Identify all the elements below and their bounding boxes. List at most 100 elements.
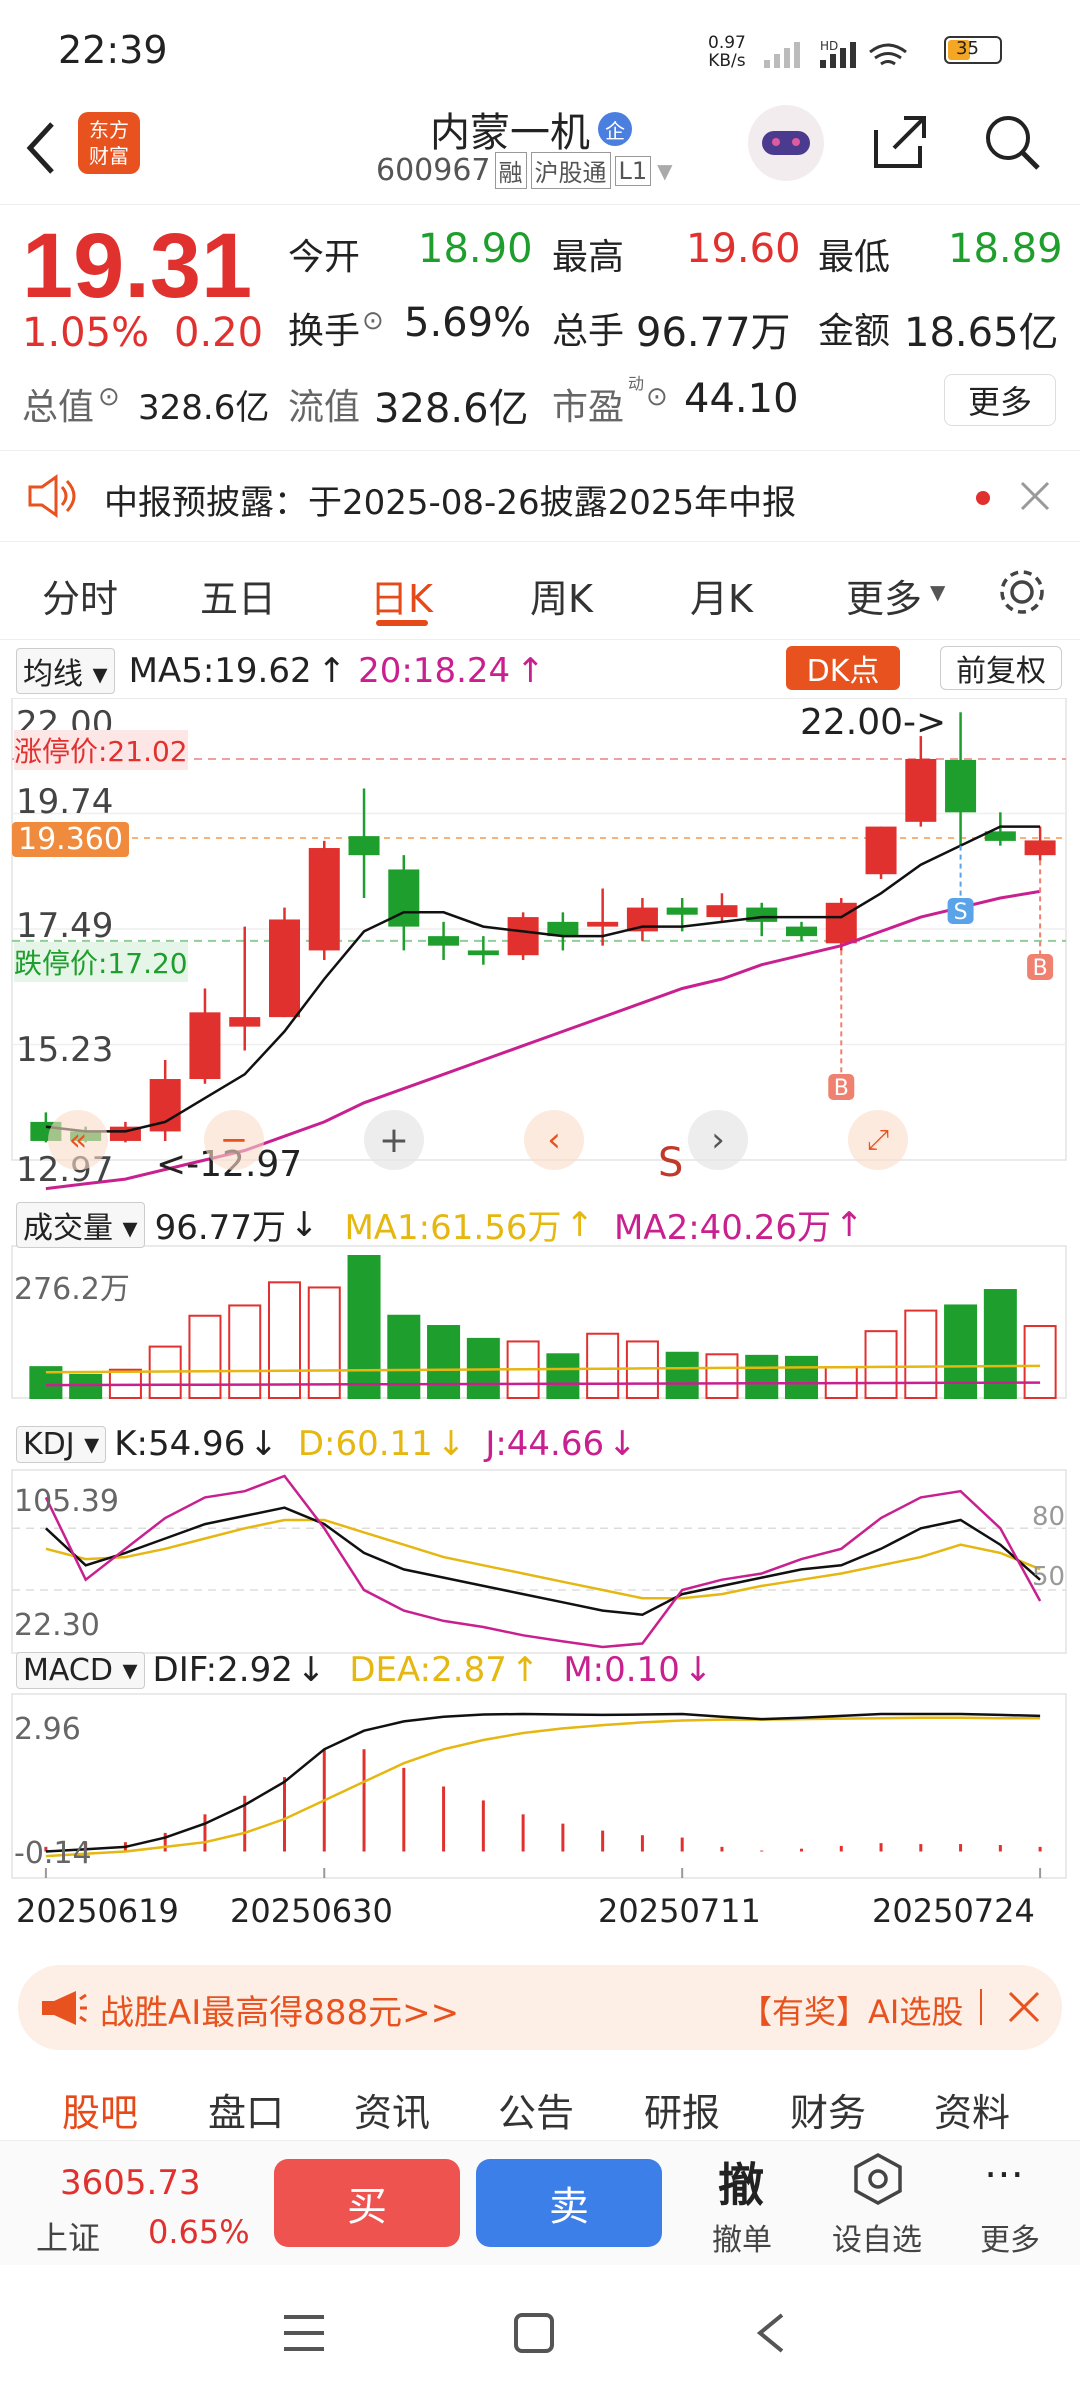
arrow-down-icon: ↓ bbox=[683, 1650, 713, 1690]
s-mark: S bbox=[658, 1140, 684, 1186]
zoom-out-icon[interactable]: « bbox=[48, 1110, 108, 1170]
volume-bar bbox=[267, 1281, 302, 1399]
vol-ymax: 276.2万 bbox=[14, 1272, 130, 1307]
vol-ma2: MA2:40.26万 bbox=[613, 1208, 831, 1248]
macd-ymax: 2.96 bbox=[14, 1712, 81, 1747]
turnover-label: 换手 bbox=[288, 311, 361, 352]
volume-bar bbox=[586, 1332, 620, 1400]
pe-label: 市盈 bbox=[552, 387, 625, 428]
tab-five-day[interactable]: 五日 bbox=[200, 568, 276, 623]
candle-body bbox=[905, 758, 937, 822]
arrow-down-icon: ↓ bbox=[296, 1650, 326, 1690]
status-bar: 22:39 0.97 KB/s HD 35 bbox=[0, 0, 1080, 100]
quote-panel: 19.31 1.05% 0.20 今开 18.90 最高 19.60 最低 18… bbox=[0, 210, 1080, 440]
kdj-ymin: 22.30 bbox=[14, 1608, 100, 1643]
kdj-ref50: 50 bbox=[1032, 1562, 1066, 1592]
ma20-value: 20:18.24 bbox=[358, 651, 511, 691]
sell-button[interactable]: 卖 bbox=[476, 2159, 662, 2247]
tab-daily-k[interactable]: 日K bbox=[370, 568, 433, 623]
tab-intraday[interactable]: 分时 bbox=[42, 568, 118, 623]
macd-dif-line bbox=[45, 1712, 1041, 1853]
high-label: 最高 bbox=[552, 237, 625, 278]
cancel-order-label[interactable]: 撤单 bbox=[712, 2215, 772, 2259]
more-dots-icon[interactable]: ⋯ bbox=[984, 2151, 1024, 2197]
tab-weekly-k[interactable]: 周K bbox=[530, 568, 593, 623]
low-value: 18.89 bbox=[948, 226, 1063, 272]
share-icon[interactable] bbox=[868, 110, 932, 174]
date-label: 20250724 bbox=[872, 1892, 1035, 1930]
volume-bar bbox=[1023, 1325, 1057, 1400]
notice-text: 中报预披露：于2025-08-26披露2025年中报 bbox=[104, 483, 797, 523]
volume-bar bbox=[944, 1304, 978, 1400]
dropdown-icon[interactable]: ▼ bbox=[657, 159, 672, 183]
enterprise-badge: 企 bbox=[598, 112, 632, 146]
candle-body bbox=[865, 826, 897, 875]
candle-body bbox=[189, 1012, 221, 1080]
more-label[interactable]: 更多 bbox=[980, 2215, 1040, 2259]
cancel-order-icon[interactable]: 撤 bbox=[718, 2149, 764, 2215]
chart-tabs: 分时 五日 日K 周K 月K 更多 ▼ bbox=[0, 550, 1080, 640]
add-watchlist-label[interactable]: 设自选 bbox=[832, 2215, 922, 2259]
ma-select[interactable]: 均线 ▾ bbox=[16, 648, 115, 694]
index-value: 3605.73 bbox=[60, 2163, 201, 2203]
tab-monthly-k[interactable]: 月K bbox=[690, 568, 753, 623]
settings-gear-icon[interactable] bbox=[994, 564, 1050, 620]
tab-reports[interactable]: 研报 bbox=[644, 2082, 720, 2137]
tab-news[interactable]: 资讯 bbox=[354, 2082, 430, 2137]
info-icon[interactable]: ⊙ bbox=[362, 306, 384, 336]
kdj-d: D:60.11 bbox=[297, 1424, 433, 1464]
tab-financials[interactable]: 财务 bbox=[790, 2082, 866, 2137]
ai-robot-icon[interactable] bbox=[748, 105, 824, 181]
macd-dea: DEA:2.87 bbox=[349, 1650, 507, 1690]
stock-header: 东方 财富 内蒙一机 企 600967 融 沪股通 L1 ▼ bbox=[0, 100, 1080, 205]
index-name: 上证 bbox=[36, 2219, 101, 2257]
minus-icon[interactable]: − bbox=[204, 1110, 264, 1170]
next-arrow-icon[interactable]: › bbox=[688, 1110, 748, 1170]
more-button[interactable]: 更多 bbox=[944, 374, 1056, 426]
stock-code-row: 600967 融 沪股通 L1 ▼ bbox=[376, 152, 673, 189]
tab-orderbook[interactable]: 盘口 bbox=[208, 2082, 284, 2137]
dk-point-button[interactable]: DK点 bbox=[786, 646, 900, 690]
candle-body bbox=[229, 1017, 261, 1027]
volume-bar bbox=[864, 1330, 898, 1399]
tab-profile[interactable]: 资料 bbox=[934, 2082, 1010, 2137]
kdj-select[interactable]: KDJ ▾ bbox=[16, 1425, 107, 1463]
adjust-button[interactable]: 前复权 bbox=[940, 646, 1062, 690]
menu-icon[interactable] bbox=[282, 2313, 326, 2353]
tab-forum[interactable]: 股吧 bbox=[62, 2082, 138, 2137]
close-icon[interactable] bbox=[1006, 1989, 1042, 2025]
kdj-toolbar: KDJ ▾ K:54.96 ↓ D:60.11 ↓ J:44.66 ↓ bbox=[16, 1424, 637, 1464]
candle-body bbox=[785, 926, 818, 937]
macd-ymin: -0.14 bbox=[14, 1836, 92, 1871]
back-nav-icon[interactable] bbox=[752, 2311, 788, 2355]
candle-body bbox=[1024, 840, 1056, 856]
home-icon[interactable] bbox=[512, 2311, 556, 2355]
macd-toolbar: MACD ▾ DIF:2.92 ↓ DEA:2.87 ↑ M:0.10 ↓ bbox=[16, 1650, 712, 1690]
notice-bar[interactable]: 中报预披露：于2025-08-26披露2025年中报 bbox=[0, 450, 1080, 542]
macd-select[interactable]: MACD ▾ bbox=[16, 1651, 145, 1689]
add-watchlist-icon[interactable] bbox=[850, 2151, 906, 2207]
mcap-value: 328.6亿 bbox=[138, 388, 270, 428]
content-tabs: 股吧 盘口 资讯 公告 研报 财务 资料 bbox=[0, 2070, 1080, 2140]
arrow-up-icon: ↑ bbox=[516, 651, 545, 691]
plus-icon[interactable]: + bbox=[364, 1110, 424, 1170]
candle-body bbox=[428, 936, 460, 946]
kdj-ref80: 80 bbox=[1032, 1502, 1066, 1532]
close-icon[interactable] bbox=[1018, 479, 1052, 513]
tag-margin: 融 bbox=[494, 152, 527, 189]
volume-bar bbox=[387, 1314, 421, 1400]
info-icon[interactable]: ⊙ bbox=[98, 382, 120, 412]
back-icon[interactable] bbox=[22, 118, 62, 178]
kline-svg[interactable]: B S B bbox=[0, 698, 1080, 1960]
promo-banner[interactable]: 战胜AI最高得888元>> 【有奖】AI选股 bbox=[18, 1965, 1062, 2050]
caret-down-icon: ▼ bbox=[930, 580, 946, 604]
tab-announcements[interactable]: 公告 bbox=[498, 2082, 574, 2137]
search-icon[interactable] bbox=[980, 110, 1044, 174]
info-icon[interactable]: ⊙ bbox=[646, 382, 668, 412]
prev-arrow-icon[interactable]: ‹ bbox=[524, 1110, 584, 1170]
volume-select[interactable]: 成交量 ▾ bbox=[16, 1201, 145, 1248]
buy-button[interactable]: 买 bbox=[274, 2159, 460, 2247]
y-tick-1523: 15.23 bbox=[16, 1030, 114, 1070]
tab-more[interactable]: 更多 bbox=[846, 568, 922, 623]
fullscreen-icon[interactable]: ⤢ bbox=[848, 1110, 908, 1170]
